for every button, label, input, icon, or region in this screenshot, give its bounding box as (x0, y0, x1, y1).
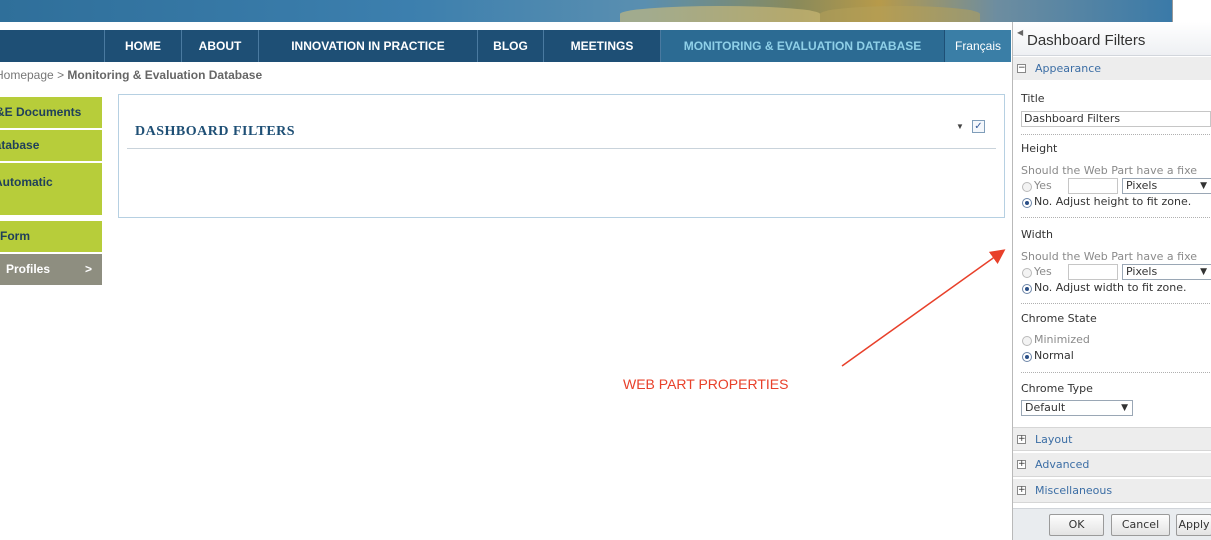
expand-icon[interactable]: + (1017, 486, 1026, 495)
collapse-pane-icon[interactable]: ◀ (1017, 28, 1023, 37)
chrome-state-normal-radio[interactable] (1022, 352, 1032, 362)
minimized-label: Minimized (1034, 333, 1090, 346)
section-label: Appearance (1035, 62, 1102, 75)
height-yes-label: Yes (1034, 179, 1052, 192)
divider (1021, 303, 1211, 304)
collapse-icon[interactable]: − (1017, 64, 1026, 73)
dropdown-caret-icon: ▼ (1121, 403, 1128, 413)
width-value-input[interactable] (1068, 264, 1118, 280)
chrome-type-value: Default (1025, 401, 1066, 414)
tool-pane-footer: OK Cancel Apply (1013, 508, 1211, 540)
cancel-button[interactable]: Cancel (1111, 514, 1170, 536)
section-advanced[interactable]: + Advanced (1013, 453, 1211, 477)
section-layout[interactable]: + Layout (1013, 427, 1211, 451)
width-units-select[interactable]: Pixels ▼ (1122, 264, 1211, 280)
height-units-select[interactable]: Pixels ▼ (1122, 178, 1211, 194)
appearance-properties: Title Dashboard Filters Height Should th… (1013, 80, 1211, 426)
apply-button[interactable]: Apply (1176, 514, 1211, 536)
width-question: Should the Web Part have a fixe (1021, 250, 1198, 263)
height-value-input[interactable] (1068, 178, 1118, 194)
expand-icon[interactable]: + (1017, 435, 1026, 444)
normal-label: Normal (1034, 349, 1074, 362)
section-label: Miscellaneous (1035, 484, 1113, 497)
width-units-value: Pixels (1126, 265, 1158, 278)
width-yes-label: Yes (1034, 265, 1052, 278)
height-label: Height (1021, 142, 1058, 155)
width-no-label: No. Adjust width to fit zone. (1034, 281, 1187, 294)
expand-icon[interactable]: + (1017, 460, 1026, 469)
dropdown-caret-icon: ▼ (1200, 267, 1207, 277)
divider (1021, 372, 1211, 373)
height-units-value: Pixels (1126, 179, 1158, 192)
height-no-radio[interactable] (1022, 198, 1032, 208)
title-input[interactable]: Dashboard Filters (1021, 111, 1211, 127)
height-yes-radio[interactable] (1022, 182, 1032, 192)
title-label: Title (1021, 92, 1045, 105)
chrome-state-minimized-radio[interactable] (1022, 336, 1032, 346)
ok-button[interactable]: OK (1049, 514, 1104, 536)
chrome-type-label: Chrome Type (1021, 382, 1093, 395)
width-no-radio[interactable] (1022, 284, 1032, 294)
section-miscellaneous[interactable]: + Miscellaneous (1013, 479, 1211, 503)
width-yes-radio[interactable] (1022, 268, 1032, 278)
section-label: Layout (1035, 433, 1073, 446)
height-question: Should the Web Part have a fixe (1021, 164, 1198, 177)
tool-pane-header: ◀ Dashboard Filters (1013, 22, 1211, 56)
height-no-label: No. Adjust height to fit zone. (1034, 195, 1192, 208)
divider (1021, 134, 1211, 135)
divider (1021, 217, 1211, 218)
dropdown-caret-icon: ▼ (1200, 181, 1207, 191)
chrome-type-select[interactable]: Default ▼ (1021, 400, 1133, 416)
section-label: Advanced (1035, 458, 1090, 471)
width-label: Width (1021, 228, 1053, 241)
web-part-tool-pane: ◀ Dashboard Filters − Appearance Title D… (1012, 22, 1211, 540)
chrome-state-label: Chrome State (1021, 312, 1097, 325)
annotation-label: WEB PART PROPERTIES (623, 376, 789, 392)
tool-pane-title: Dashboard Filters (1027, 32, 1146, 49)
section-appearance[interactable]: − Appearance (1013, 57, 1211, 81)
